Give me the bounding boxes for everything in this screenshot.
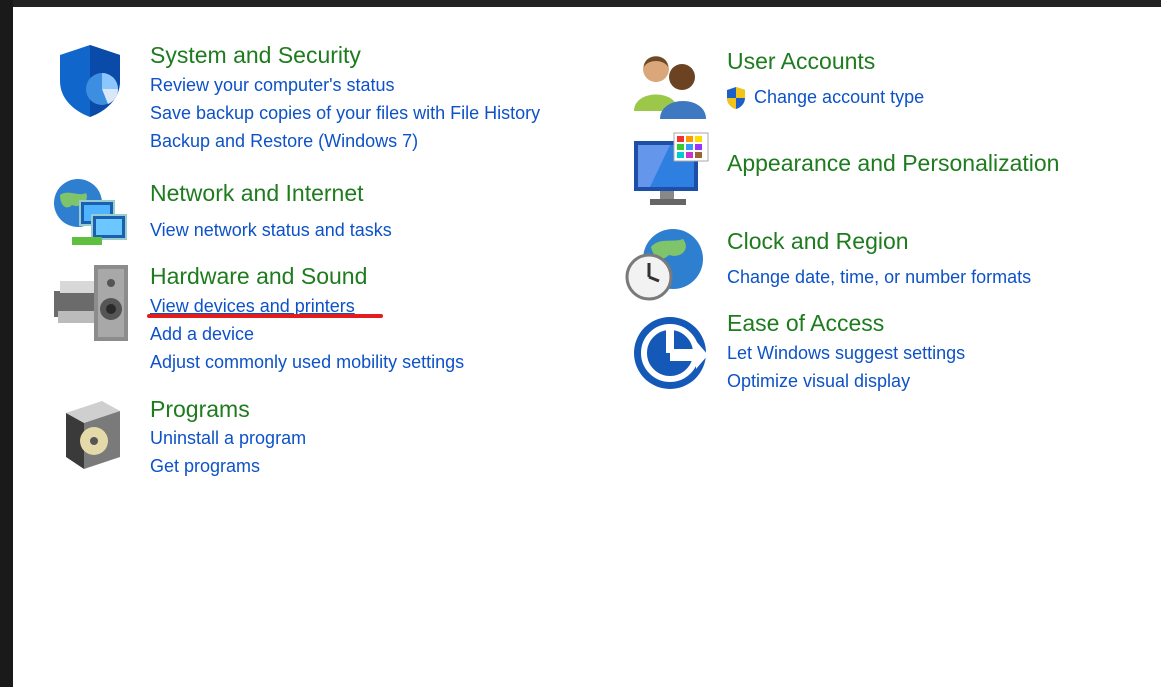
- clock-region-title[interactable]: Clock and Region: [727, 227, 909, 255]
- ease-of-access-icon: [634, 317, 708, 389]
- add-device-link[interactable]: Add a device: [150, 322, 254, 346]
- change-date-formats-link[interactable]: Change date, time, or number formats: [727, 265, 1031, 289]
- window-top-edge: [0, 0, 1161, 7]
- network-status-link[interactable]: View network status and tasks: [150, 218, 392, 242]
- uninstall-program-link[interactable]: Uninstall a program: [150, 426, 306, 450]
- windows-suggest-settings-link[interactable]: Let Windows suggest settings: [727, 341, 965, 365]
- network-globe-icon: [54, 179, 127, 245]
- window-left-edge: [0, 0, 13, 687]
- user-accounts-title[interactable]: User Accounts: [727, 47, 875, 75]
- ease-of-access-title[interactable]: Ease of Access: [727, 309, 884, 337]
- user-accounts-icon: [634, 56, 706, 119]
- monitor-palette-icon: [634, 132, 709, 205]
- hardware-sound-title[interactable]: Hardware and Sound: [150, 262, 367, 290]
- get-programs-link[interactable]: Get programs: [150, 454, 260, 478]
- mobility-settings-link[interactable]: Adjust commonly used mobility settings: [150, 350, 464, 374]
- review-status-link[interactable]: Review your computer's status: [150, 73, 395, 97]
- uac-shield-icon: [727, 87, 745, 109]
- programs-title[interactable]: Programs: [150, 395, 250, 423]
- change-account-type-link[interactable]: Change account type: [754, 85, 924, 109]
- backup-restore-link[interactable]: Backup and Restore (Windows 7): [150, 129, 418, 153]
- file-history-link[interactable]: Save backup copies of your files with Fi…: [150, 101, 540, 125]
- system-security-title[interactable]: System and Security: [150, 41, 361, 69]
- optimize-visual-display-link[interactable]: Optimize visual display: [727, 369, 910, 393]
- appearance-personalization-title[interactable]: Appearance and Personalization: [727, 149, 1059, 177]
- annotation-underline: [147, 314, 383, 318]
- shield-icon: [60, 45, 120, 117]
- control-panel-content: System and Security Review your computer…: [13, 7, 1161, 687]
- software-box-icon: [66, 401, 120, 469]
- network-internet-title[interactable]: Network and Internet: [150, 179, 364, 207]
- globe-clock-icon: [625, 229, 703, 301]
- printer-speaker-icon: [54, 265, 128, 341]
